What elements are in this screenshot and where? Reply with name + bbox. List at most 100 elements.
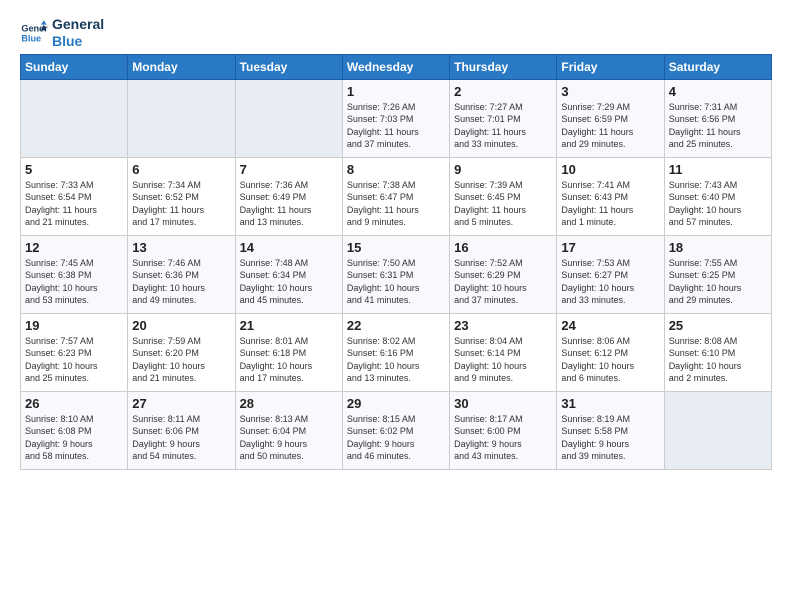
- day-number: 17: [561, 240, 659, 255]
- logo-text-blue: Blue: [52, 33, 104, 50]
- day-number: 22: [347, 318, 445, 333]
- calendar-cell: 18Sunrise: 7:55 AM Sunset: 6:25 PM Dayli…: [664, 235, 771, 313]
- day-number: 3: [561, 84, 659, 99]
- cell-info: Sunrise: 8:06 AM Sunset: 6:12 PM Dayligh…: [561, 335, 659, 385]
- header: General Blue General Blue: [20, 16, 772, 50]
- week-row-1: 5 Sunrise: 7:33 AM Sunset: 6:54 PM Daylig…: [21, 157, 772, 235]
- day-number: 27: [132, 396, 230, 411]
- calendar-table: SundayMondayTuesdayWednesdayThursdayFrid…: [20, 54, 772, 470]
- cell-info: Sunrise: 7:57 AM Sunset: 6:23 PM Dayligh…: [25, 335, 123, 385]
- header-friday: Friday: [557, 54, 664, 79]
- calendar-cell: [664, 391, 771, 469]
- logo: General Blue General Blue: [20, 16, 104, 50]
- calendar-cell: 11 Sunrise: 7:43 AM Sunset: 6:40 PM Dayli…: [664, 157, 771, 235]
- calendar-cell: 23 Sunrise: 8:04 AM Sunset: 6:14 PM Dayli…: [450, 313, 557, 391]
- calendar-cell: 9 Sunrise: 7:39 AM Sunset: 6:45 PM Daylig…: [450, 157, 557, 235]
- calendar-cell: [128, 79, 235, 157]
- day-number: 15: [347, 240, 445, 255]
- calendar-cell: 28 Sunrise: 8:13 AM Sunset: 6:04 PM Dayli…: [235, 391, 342, 469]
- svg-text:Blue: Blue: [21, 33, 41, 43]
- cell-info: Sunrise: 7:43 AM Sunset: 6:40 PM Dayligh…: [669, 179, 767, 229]
- calendar-cell: 17 Sunrise: 7:53 AM Sunset: 6:27 PM Dayli…: [557, 235, 664, 313]
- day-number: 30: [454, 396, 552, 411]
- day-number: 31: [561, 396, 659, 411]
- calendar-cell: 13Sunrise: 7:46 AM Sunset: 6:36 PM Dayli…: [128, 235, 235, 313]
- calendar-cell: 16 Sunrise: 7:52 AM Sunset: 6:29 PM Dayli…: [450, 235, 557, 313]
- cell-info: Sunrise: 8:02 AM Sunset: 6:16 PM Dayligh…: [347, 335, 445, 385]
- day-number: 20: [132, 318, 230, 333]
- day-number: 23: [454, 318, 552, 333]
- cell-info: Sunrise: 7:39 AM Sunset: 6:45 PM Dayligh…: [454, 179, 552, 229]
- calendar-cell: 20 Sunrise: 7:59 AM Sunset: 6:20 PM Dayli…: [128, 313, 235, 391]
- calendar-cell: 7 Sunrise: 7:36 AM Sunset: 6:49 PM Daylig…: [235, 157, 342, 235]
- day-number: 19: [25, 318, 123, 333]
- day-number: 11: [669, 162, 767, 177]
- cell-info: Sunrise: 7:33 AM Sunset: 6:54 PM Dayligh…: [25, 179, 123, 229]
- cell-info: Sunrise: 8:11 AM Sunset: 6:06 PM Dayligh…: [132, 413, 230, 463]
- calendar-cell: 6 Sunrise: 7:34 AM Sunset: 6:52 PM Daylig…: [128, 157, 235, 235]
- week-row-3: 19 Sunrise: 7:57 AM Sunset: 6:23 PM Dayli…: [21, 313, 772, 391]
- logo-text-general: General: [52, 16, 104, 33]
- calendar-cell: 1Sunrise: 7:26 AM Sunset: 7:03 PM Daylig…: [342, 79, 449, 157]
- cell-info: Sunrise: 8:13 AM Sunset: 6:04 PM Dayligh…: [240, 413, 338, 463]
- day-number: 24: [561, 318, 659, 333]
- day-number: 8: [347, 162, 445, 177]
- cell-info: Sunrise: 8:08 AM Sunset: 6:10 PM Dayligh…: [669, 335, 767, 385]
- cell-info: Sunrise: 7:34 AM Sunset: 6:52 PM Dayligh…: [132, 179, 230, 229]
- day-number: 28: [240, 396, 338, 411]
- cell-info: Sunrise: 8:17 AM Sunset: 6:00 PM Dayligh…: [454, 413, 552, 463]
- day-number: 6: [132, 162, 230, 177]
- calendar-cell: 15 Sunrise: 7:50 AM Sunset: 6:31 PM Dayli…: [342, 235, 449, 313]
- cell-info: Sunrise: 7:52 AM Sunset: 6:29 PM Dayligh…: [454, 257, 552, 307]
- day-number: 10: [561, 162, 659, 177]
- day-number: 14: [240, 240, 338, 255]
- calendar-cell: 10Sunrise: 7:41 AM Sunset: 6:43 PM Dayli…: [557, 157, 664, 235]
- calendar-cell: [235, 79, 342, 157]
- cell-info: Sunrise: 7:29 AM Sunset: 6:59 PM Dayligh…: [561, 101, 659, 151]
- calendar-cell: 14 Sunrise: 7:48 AM Sunset: 6:34 PM Dayli…: [235, 235, 342, 313]
- day-number: 16: [454, 240, 552, 255]
- cell-info: Sunrise: 8:01 AM Sunset: 6:18 PM Dayligh…: [240, 335, 338, 385]
- day-number: 1: [347, 84, 445, 99]
- calendar-cell: 25 Sunrise: 8:08 AM Sunset: 6:10 PM Dayli…: [664, 313, 771, 391]
- week-row-2: 12Sunrise: 7:45 AM Sunset: 6:38 PM Dayli…: [21, 235, 772, 313]
- calendar-cell: 21Sunrise: 8:01 AM Sunset: 6:18 PM Dayli…: [235, 313, 342, 391]
- day-number: 9: [454, 162, 552, 177]
- calendar-cell: 12Sunrise: 7:45 AM Sunset: 6:38 PM Dayli…: [21, 235, 128, 313]
- calendar-cell: 19 Sunrise: 7:57 AM Sunset: 6:23 PM Dayli…: [21, 313, 128, 391]
- calendar-cell: 3 Sunrise: 7:29 AM Sunset: 6:59 PM Daylig…: [557, 79, 664, 157]
- day-number: 2: [454, 84, 552, 99]
- day-number: 29: [347, 396, 445, 411]
- day-number: 18: [669, 240, 767, 255]
- cell-info: Sunrise: 7:27 AM Sunset: 7:01 PM Dayligh…: [454, 101, 552, 151]
- cell-info: Sunrise: 7:38 AM Sunset: 6:47 PM Dayligh…: [347, 179, 445, 229]
- day-number: 26: [25, 396, 123, 411]
- calendar-cell: 2 Sunrise: 7:27 AM Sunset: 7:01 PM Daylig…: [450, 79, 557, 157]
- day-number: 12: [25, 240, 123, 255]
- header-monday: Monday: [128, 54, 235, 79]
- calendar-cell: [21, 79, 128, 157]
- calendar-cell: 22 Sunrise: 8:02 AM Sunset: 6:16 PM Dayli…: [342, 313, 449, 391]
- cell-info: Sunrise: 7:48 AM Sunset: 6:34 PM Dayligh…: [240, 257, 338, 307]
- cell-info: Sunrise: 7:46 AM Sunset: 6:36 PM Dayligh…: [132, 257, 230, 307]
- day-number: 4: [669, 84, 767, 99]
- header-tuesday: Tuesday: [235, 54, 342, 79]
- cell-info: Sunrise: 7:59 AM Sunset: 6:20 PM Dayligh…: [132, 335, 230, 385]
- header-sunday: Sunday: [21, 54, 128, 79]
- day-number: 5: [25, 162, 123, 177]
- day-number: 25: [669, 318, 767, 333]
- day-number: 7: [240, 162, 338, 177]
- cell-info: Sunrise: 8:04 AM Sunset: 6:14 PM Dayligh…: [454, 335, 552, 385]
- logo-icon: General Blue: [20, 19, 48, 47]
- cell-info: Sunrise: 7:31 AM Sunset: 6:56 PM Dayligh…: [669, 101, 767, 151]
- cell-info: Sunrise: 7:36 AM Sunset: 6:49 PM Dayligh…: [240, 179, 338, 229]
- calendar-cell: 4 Sunrise: 7:31 AM Sunset: 6:56 PM Daylig…: [664, 79, 771, 157]
- calendar-cell: 27 Sunrise: 8:11 AM Sunset: 6:06 PM Dayli…: [128, 391, 235, 469]
- cell-info: Sunrise: 7:53 AM Sunset: 6:27 PM Dayligh…: [561, 257, 659, 307]
- calendar-cell: 24 Sunrise: 8:06 AM Sunset: 6:12 PM Dayli…: [557, 313, 664, 391]
- calendar-cell: 29Sunrise: 8:15 AM Sunset: 6:02 PM Dayli…: [342, 391, 449, 469]
- calendar-cell: 30 Sunrise: 8:17 AM Sunset: 6:00 PM Dayli…: [450, 391, 557, 469]
- week-row-4: 26Sunrise: 8:10 AM Sunset: 6:08 PM Dayli…: [21, 391, 772, 469]
- cell-info: Sunrise: 7:50 AM Sunset: 6:31 PM Dayligh…: [347, 257, 445, 307]
- page: General Blue General Blue SundayMondayTu…: [0, 0, 792, 612]
